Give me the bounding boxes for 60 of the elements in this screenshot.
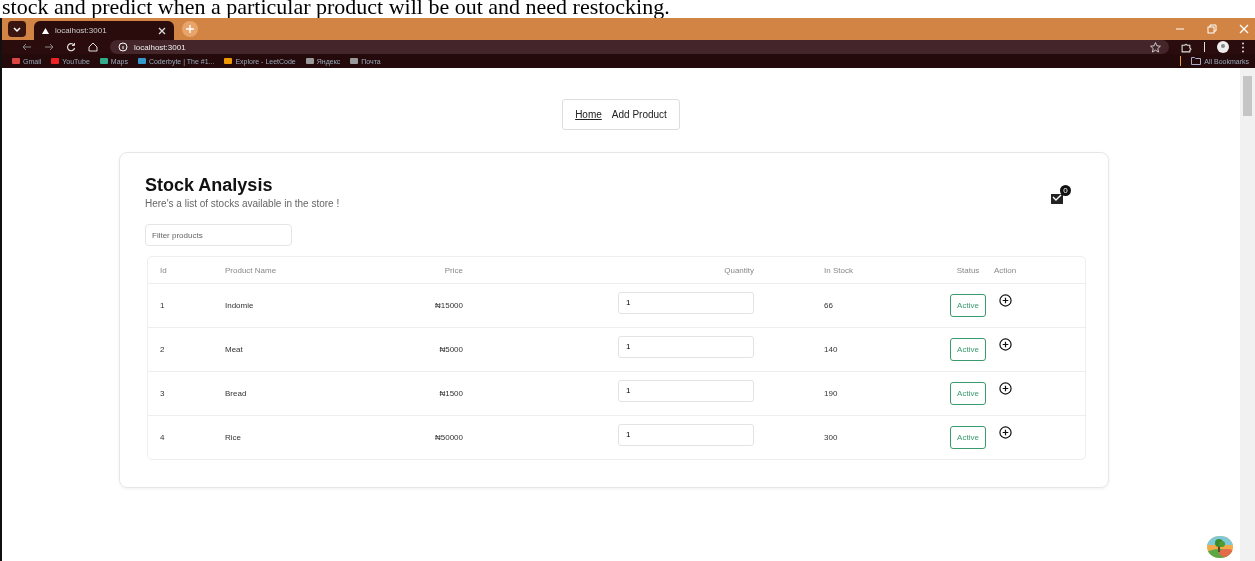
browser-tab[interactable]: localhost:3001: [34, 21, 174, 40]
add-icon[interactable]: [998, 382, 1012, 395]
column-header: In Stock: [823, 265, 854, 275]
table-cell-text: 1: [160, 301, 166, 310]
plus-icon: [186, 25, 194, 33]
scrollbar-thumb[interactable]: [1243, 76, 1252, 116]
menu-icon[interactable]: [1241, 41, 1245, 53]
table-cell: ₦50000: [434, 433, 463, 442]
table-cell-text: 190: [823, 389, 839, 398]
reload-icon[interactable]: [66, 42, 76, 52]
table-cell-text: Rice: [225, 433, 242, 442]
add-icon[interactable]: [998, 426, 1012, 439]
forward-icon[interactable]: [44, 42, 54, 52]
page-subtitle: Here's a list of stocks available in the store !: [145, 198, 340, 209]
status-badge: Active: [950, 294, 986, 317]
table-cell-text: Meat: [225, 345, 244, 354]
table-cell-text: 4: [160, 433, 166, 442]
quantity-field[interactable]: 1: [618, 291, 754, 314]
cart-icon[interactable]: [1050, 191, 1064, 205]
triangle-icon: [42, 27, 49, 34]
status-badge: Active: [950, 338, 986, 361]
puzzle-icon[interactable]: [1181, 41, 1192, 53]
status-badge: Active: [950, 426, 986, 449]
quantity-field[interactable]: 1: [618, 335, 754, 358]
cart-count-badge: 0: [1060, 185, 1071, 196]
back-icon[interactable]: [22, 42, 32, 52]
table-cell-text: 300: [823, 433, 839, 442]
page-title: Stock Analysis: [145, 175, 274, 196]
info-icon: [118, 42, 128, 52]
column-header: Quantity: [724, 265, 754, 275]
table-cell-text: Indomie: [225, 301, 255, 310]
table-cell: ₦1500: [439, 389, 463, 398]
table-cell-text: 66: [823, 301, 834, 310]
profile-avatar-icon[interactable]: [1217, 41, 1229, 53]
table-cell-text: 2: [160, 345, 166, 354]
table-cell: ₦15000: [434, 301, 463, 310]
folder-icon: [1191, 57, 1202, 65]
quantity-field[interactable]: 1: [618, 423, 754, 446]
filter-field[interactable]: Filter products: [145, 224, 292, 246]
quantity-field[interactable]: 1: [618, 379, 754, 402]
status-badge: Active: [950, 382, 986, 405]
nav-link[interactable]: Home: [575, 109, 602, 120]
column-header: Id: [160, 265, 168, 275]
nav-link[interactable]: Add Product: [611, 109, 667, 120]
add-icon[interactable]: [998, 338, 1012, 351]
caret-icon: [12, 24, 22, 34]
add-icon[interactable]: [998, 294, 1012, 307]
address-bar[interactable]: localhost:3001: [110, 40, 1169, 54]
star-icon[interactable]: [1150, 41, 1161, 53]
table-cell-text: 3: [160, 389, 166, 398]
column-header: Product Name: [225, 265, 278, 275]
home-icon[interactable]: [88, 42, 98, 52]
tab-search-button[interactable]: [8, 21, 26, 37]
table-cell-text: Bread: [225, 389, 248, 398]
close-icon[interactable]: [158, 26, 166, 35]
column-header: Price: [444, 265, 463, 275]
column-header: Action: [993, 265, 1017, 275]
table-cell-text: 140: [823, 345, 839, 354]
column-header: Status: [956, 265, 980, 275]
table-cell: ₦5000: [439, 345, 463, 354]
